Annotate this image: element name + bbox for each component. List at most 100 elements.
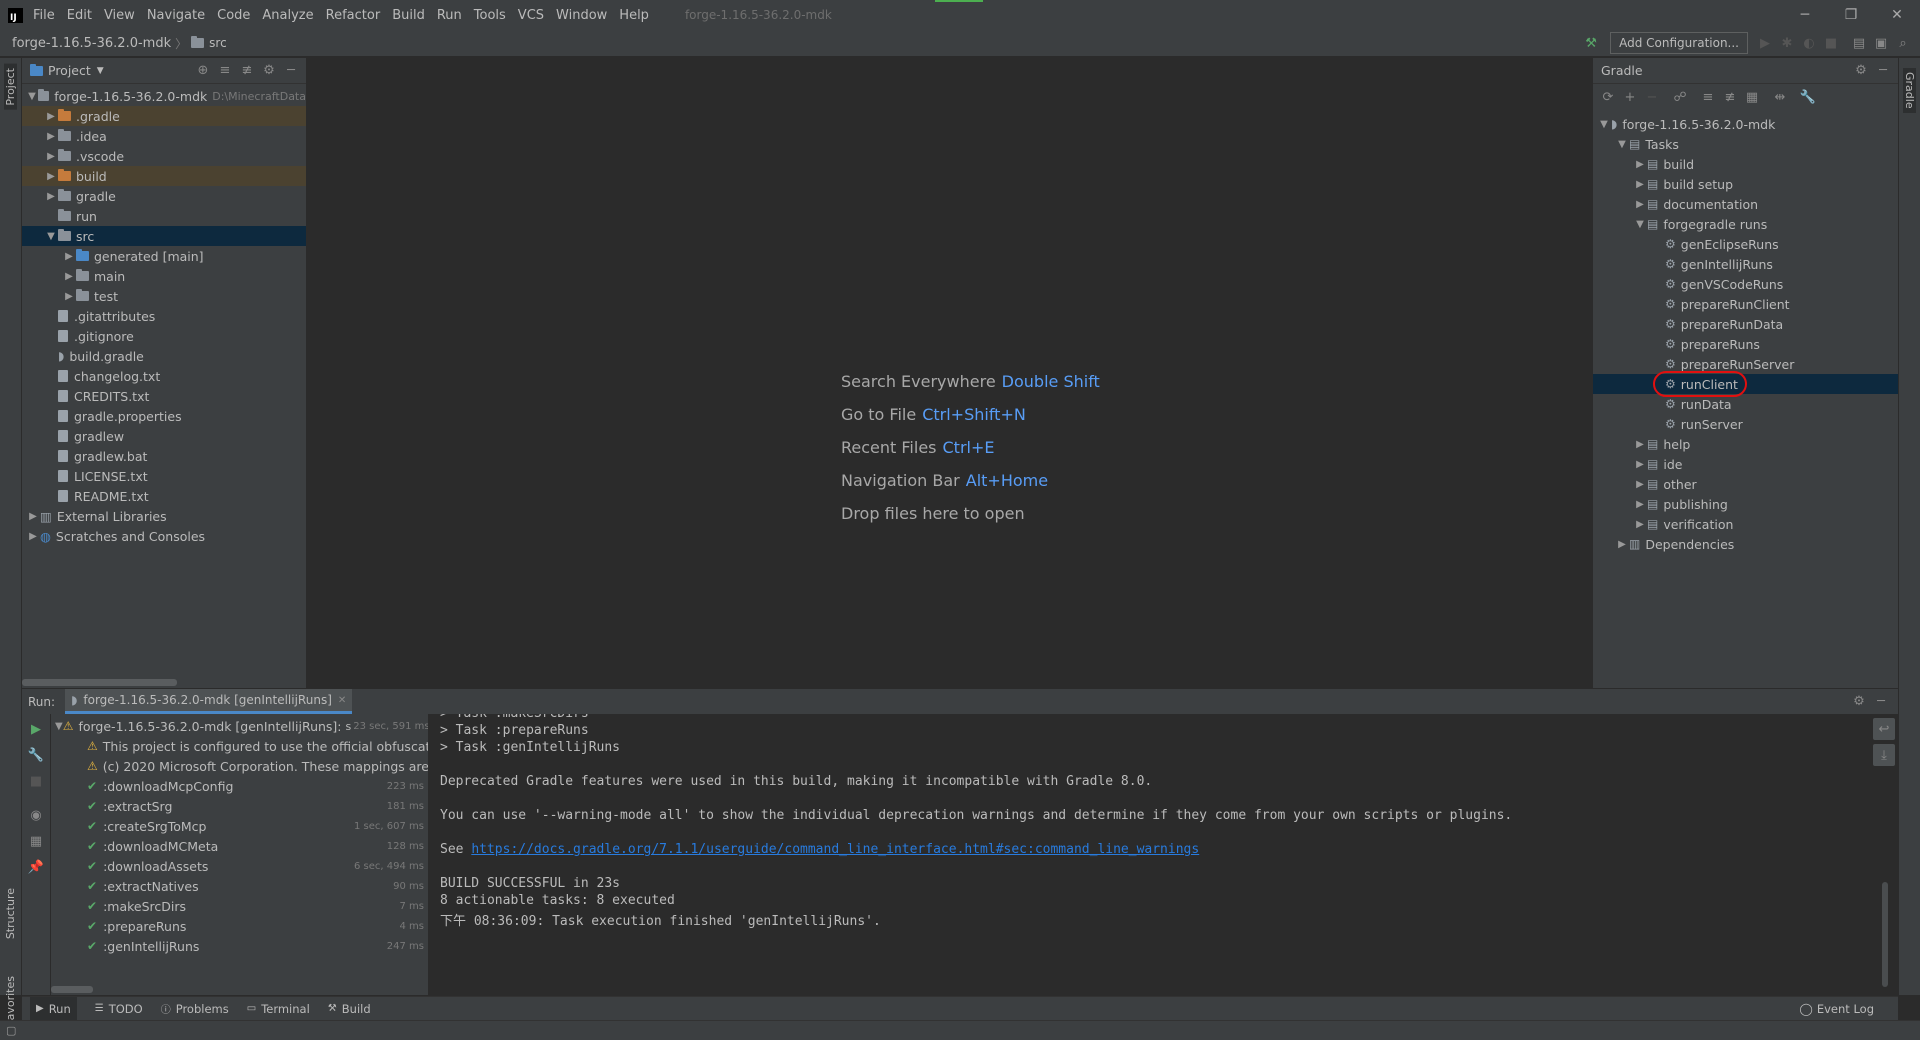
chevron-down-icon[interactable]: ▼ (1615, 139, 1629, 150)
gradle-task[interactable]: ⚙ prepareRuns (1593, 334, 1898, 354)
favorites-tool-button[interactable]: Favorites (4, 976, 17, 1026)
menu-tools[interactable]: Tools (474, 8, 506, 23)
run-config-select[interactable]: Add Configuration... (1610, 32, 1748, 54)
project-item[interactable]: .gitignore (22, 326, 306, 346)
run-task[interactable]: ✔:createSrgToMcp 1 sec, 607 ms (51, 816, 428, 836)
project-item[interactable]: ▶ build (22, 166, 306, 186)
chevron-right-icon[interactable]: ▶ (1633, 499, 1647, 510)
collapse-all-icon[interactable]: ≢ (236, 60, 258, 82)
menu-vcs[interactable]: VCS (518, 8, 544, 23)
bottom-tab-run[interactable]: ▶ Run (30, 997, 77, 1020)
debug-icon[interactable]: ✱ (1776, 32, 1798, 54)
gradle-task-runclient[interactable]: ⚙ runClient (1593, 371, 1898, 397)
run-tab[interactable]: ◗ forge-1.16.5-36.2.0-mdk [genIntellijRu… (65, 689, 353, 714)
build-hammer-icon[interactable]: ⚒ (1580, 32, 1602, 54)
console-output[interactable]: > Task :makeSrcDirs> Task :prepareRuns > … (429, 714, 1869, 995)
hide-icon[interactable]: ─ (280, 60, 302, 82)
remove-icon[interactable]: − (1641, 86, 1663, 108)
gradle-tasks[interactable]: ▼ ▤ Tasks (1593, 134, 1898, 154)
menu-refactor[interactable]: Refactor (326, 8, 381, 23)
hide-icon[interactable]: ─ (1870, 691, 1892, 713)
gear-icon[interactable]: ⚙ (1848, 691, 1870, 713)
chevron-down-icon[interactable]: ▼ (1597, 119, 1611, 130)
project-root[interactable]: ▼ forge-1.16.5-36.2.0-mdk D:\MinecraftData (22, 86, 306, 106)
project-item[interactable]: ▼ src (22, 226, 306, 246)
project-item[interactable]: README.txt (22, 486, 306, 506)
expand-all-icon[interactable]: ≡ (214, 60, 236, 82)
gradle-task[interactable]: ⚙ prepareRunServer (1593, 354, 1898, 374)
gradle-task[interactable]: ⚙ genEclipseRuns (1593, 234, 1898, 254)
bottom-tab-terminal[interactable]: ▭ Terminal (247, 1002, 310, 1016)
run-task[interactable]: ✔:downloadAssets 6 sec, 494 ms (51, 856, 428, 876)
reload-icon[interactable]: ⟳ (1597, 86, 1619, 108)
run-icon[interactable]: ▶ (1754, 32, 1776, 54)
project-view-select[interactable]: Project (48, 63, 91, 78)
gradle-task-group[interactable]: ▶ ▤ publishing (1593, 494, 1898, 514)
project-item[interactable]: .gitattributes (22, 306, 306, 326)
wrench-icon[interactable]: 🔧 (25, 744, 47, 766)
project-item[interactable]: ▶ test (22, 286, 306, 306)
soft-wrap-icon[interactable]: ↩ (1873, 718, 1895, 740)
project-item[interactable]: ▶ .gradle (22, 106, 306, 126)
chevron-right-icon[interactable]: ▶ (1633, 459, 1647, 470)
chevron-down-icon[interactable]: ▼ (55, 721, 63, 732)
gradle-task[interactable]: ⚙ runData (1593, 394, 1898, 414)
gradle-task-group[interactable]: ▶ ▤ verification (1593, 514, 1898, 534)
run-warning[interactable]: ⚠ (c) 2020 Microsoft Corporation. These m… (51, 756, 428, 776)
menu-window[interactable]: Window (556, 8, 607, 23)
execute-task-icon[interactable]: ☍ (1669, 86, 1691, 108)
gradle-task[interactable]: ⚙ prepareRunClient (1593, 294, 1898, 314)
add-icon[interactable]: + (1619, 86, 1641, 108)
toggle-tool-windows-icon[interactable]: ▢ (6, 1024, 16, 1037)
event-log-button[interactable]: Event Log (1817, 1002, 1874, 1016)
gear-icon[interactable]: ⚙ (1850, 60, 1872, 82)
gradle-task-group[interactable]: ▶ ▤ build setup (1593, 174, 1898, 194)
run-task[interactable]: ✔:makeSrcDirs 7 ms (51, 896, 428, 916)
minimize-icon[interactable]: ─ (1782, 0, 1828, 30)
eye-icon[interactable]: ◉ (25, 804, 47, 826)
run-task[interactable]: ✔:genIntellijRuns 247 ms (51, 936, 428, 956)
chevron-right-icon[interactable]: ▶ (1633, 159, 1647, 170)
project-item[interactable]: gradlew.bat (22, 446, 306, 466)
vertical-scrollbar[interactable] (1882, 882, 1888, 987)
chevron-right-icon[interactable]: ▶ (26, 531, 40, 542)
pin-icon[interactable]: 📌 (25, 856, 47, 878)
console-docs-link[interactable]: https://docs.gradle.org/7.1.1/userguide/… (471, 842, 1199, 857)
gradle-dependencies[interactable]: ▶ ▥ Dependencies (1593, 534, 1898, 554)
chevron-right-icon[interactable]: ▶ (1633, 179, 1647, 190)
menu-file[interactable]: File (33, 8, 55, 23)
menu-build[interactable]: Build (392, 8, 425, 23)
breadcrumb-project[interactable]: forge-1.16.5-36.2.0-mdk (12, 36, 171, 51)
chevron-right-icon[interactable]: ▶ (1633, 199, 1647, 210)
menu-edit[interactable]: Edit (67, 8, 92, 23)
project-item[interactable]: ▶ gradle (22, 186, 306, 206)
chevron-right-icon[interactable]: ▶ (62, 251, 76, 262)
gradle-root[interactable]: ▼ ◗ forge-1.16.5-36.2.0-mdk (1593, 114, 1898, 134)
menu-run[interactable]: Run (437, 8, 462, 23)
layout-icon[interactable]: ▦ (25, 830, 47, 852)
chevron-right-icon[interactable]: ▶ (44, 191, 58, 202)
menu-view[interactable]: View (104, 8, 135, 23)
restore-icon[interactable]: ❐ (1828, 0, 1874, 30)
menu-analyze[interactable]: Analyze (262, 8, 313, 23)
close-icon[interactable]: ✕ (1874, 0, 1920, 30)
chevron-right-icon[interactable]: ▶ (1633, 479, 1647, 490)
chevron-down-icon[interactable]: ▼ (1633, 219, 1647, 230)
stop-icon[interactable]: ■ (25, 770, 47, 792)
chevron-right-icon[interactable]: ▶ (1633, 439, 1647, 450)
run-task[interactable]: ✔:downloadMCMeta 128 ms (51, 836, 428, 856)
chevron-right-icon[interactable]: ▶ (62, 291, 76, 302)
project-item[interactable]: ▶ ◍ Scratches and Consoles (22, 526, 306, 546)
chevron-right-icon[interactable]: ▶ (44, 131, 58, 142)
run-task[interactable]: ✔:extractNatives 90 ms (51, 876, 428, 896)
menu-navigate[interactable]: Navigate (147, 8, 205, 23)
close-tab-icon[interactable]: ✕ (338, 695, 346, 706)
gradle-task[interactable]: ⚙ runServer (1593, 414, 1898, 434)
gradle-task-group[interactable]: ▶ ▤ other (1593, 474, 1898, 494)
project-item[interactable]: ▶ main (22, 266, 306, 286)
gradle-task[interactable]: ⚙ prepareRunData (1593, 314, 1898, 334)
dependencies-icon[interactable]: ▦ (1741, 86, 1763, 108)
gradle-task-group[interactable]: ▶ ▤ documentation (1593, 194, 1898, 214)
rerun-icon[interactable]: ▶ (25, 718, 47, 740)
gradle-task-group[interactable]: ▶ ▤ build (1593, 154, 1898, 174)
